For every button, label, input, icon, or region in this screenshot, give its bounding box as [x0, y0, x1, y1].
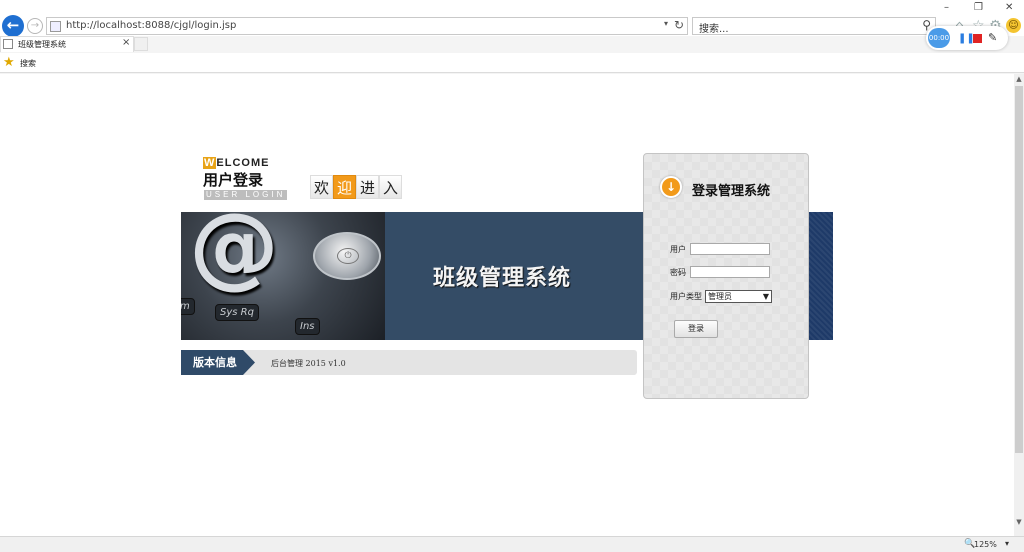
stop-icon[interactable] — [973, 34, 982, 43]
chevron-down-icon[interactable]: ▾ — [664, 19, 668, 28]
version-bar: 版本信息 后台管理 2015 v1.0 — [181, 350, 637, 375]
recording-toolbar: 00:00 ❚❚ ✎ — [926, 26, 1008, 50]
favorites-bar: ★ 搜索 — [0, 53, 1024, 73]
scroll-up-icon[interactable]: ▲ — [1014, 74, 1024, 84]
usertype-select[interactable]: 管理员 ▼ — [705, 290, 772, 303]
login-button[interactable]: 登录 — [674, 320, 718, 338]
at-sign-icon: @ — [189, 212, 279, 299]
welcome-tile: 欢 — [310, 175, 333, 199]
scrollbar-thumb[interactable] — [1015, 86, 1023, 453]
banner-right-strip — [808, 212, 833, 340]
password-input[interactable] — [690, 266, 770, 278]
chevron-down-icon[interactable]: ▼ — [763, 291, 769, 302]
welcome-rest: ELCOME — [216, 157, 270, 169]
favorites-star-icon[interactable]: ★ — [3, 55, 15, 70]
password-label: 密码 — [670, 268, 686, 277]
usertype-selected: 管理员 — [708, 292, 732, 301]
tab-title: 班级管理系统 — [18, 40, 66, 49]
minimize-icon[interactable]: – — [944, 2, 949, 13]
system-title: 班级管理系统 — [433, 265, 572, 291]
address-bar[interactable]: http://localhost:8088/cjgl/login.jsp ▾ ↻ — [46, 17, 688, 35]
keyboard-key: Ins — [295, 318, 320, 335]
welcome-tile: 入 — [379, 175, 402, 199]
login-panel: ↓ 登录管理系统 用户 密码 用户类型 管理员 ▼ 登录 — [643, 153, 809, 399]
back-arrow-icon[interactable]: ← — [2, 15, 24, 37]
scroll-down-icon[interactable]: ▼ — [1014, 517, 1024, 527]
username-label: 用户 — [670, 245, 686, 254]
close-window-icon[interactable]: ✕ — [1005, 2, 1013, 13]
forward-arrow-icon[interactable]: → — [27, 18, 43, 34]
user-login-subtitle: USER LOGIN — [204, 190, 288, 200]
page-icon — [50, 21, 61, 32]
keyboard-key: m — [181, 298, 195, 315]
zoom-level[interactable]: 125% — [974, 540, 997, 549]
address-url: http://localhost:8088/cjgl/login.jsp — [66, 20, 237, 31]
favorites-item[interactable]: 搜索 — [20, 58, 36, 69]
download-arrow-icon: ↓ — [660, 176, 682, 198]
new-tab-button[interactable] — [134, 37, 148, 51]
usertype-label: 用户类型 — [670, 292, 702, 301]
tab-active[interactable]: 班级管理系统 × — [0, 36, 134, 52]
search-placeholder: 搜索... — [699, 24, 729, 35]
version-text: 后台管理 2015 v1.0 — [271, 359, 346, 368]
recording-timer: 00:00 — [928, 28, 950, 48]
power-button-icon: ⏻ — [313, 232, 381, 280]
maximize-icon[interactable]: ❐ — [974, 2, 983, 13]
welcome-initial: W — [203, 157, 217, 169]
welcome-logo: WELCOME — [203, 157, 269, 169]
refresh-icon[interactable]: ↻ — [674, 18, 684, 32]
banner-keyboard-image: @ ⏻ Sys Rq Ins m — [181, 212, 385, 340]
tab-favicon-icon — [3, 39, 13, 49]
welcome-tile: 进 — [356, 175, 379, 199]
user-login-title: 用户登录 — [203, 171, 264, 189]
banner-title-area: 班级管理系统 — [385, 212, 643, 340]
keyboard-key: Sys Rq — [215, 304, 259, 321]
pen-icon[interactable]: ✎ — [988, 31, 997, 44]
status-bar: 🔍 125% ▾ — [0, 536, 1024, 552]
login-title: 登录管理系统 — [692, 184, 771, 199]
chevron-down-icon[interactable]: ▾ — [1005, 539, 1009, 548]
navigation-bar: ← → http://localhost:8088/cjgl/login.jsp… — [0, 0, 1024, 37]
version-label: 版本信息 — [181, 350, 255, 375]
feedback-smiley-icon[interactable]: ☺ — [1006, 18, 1021, 33]
close-icon[interactable]: × — [122, 37, 130, 48]
search-box[interactable]: 搜索... ⚲ — [692, 17, 936, 35]
welcome-tile-highlight: 迎 — [333, 175, 356, 199]
username-input[interactable] — [690, 243, 770, 255]
